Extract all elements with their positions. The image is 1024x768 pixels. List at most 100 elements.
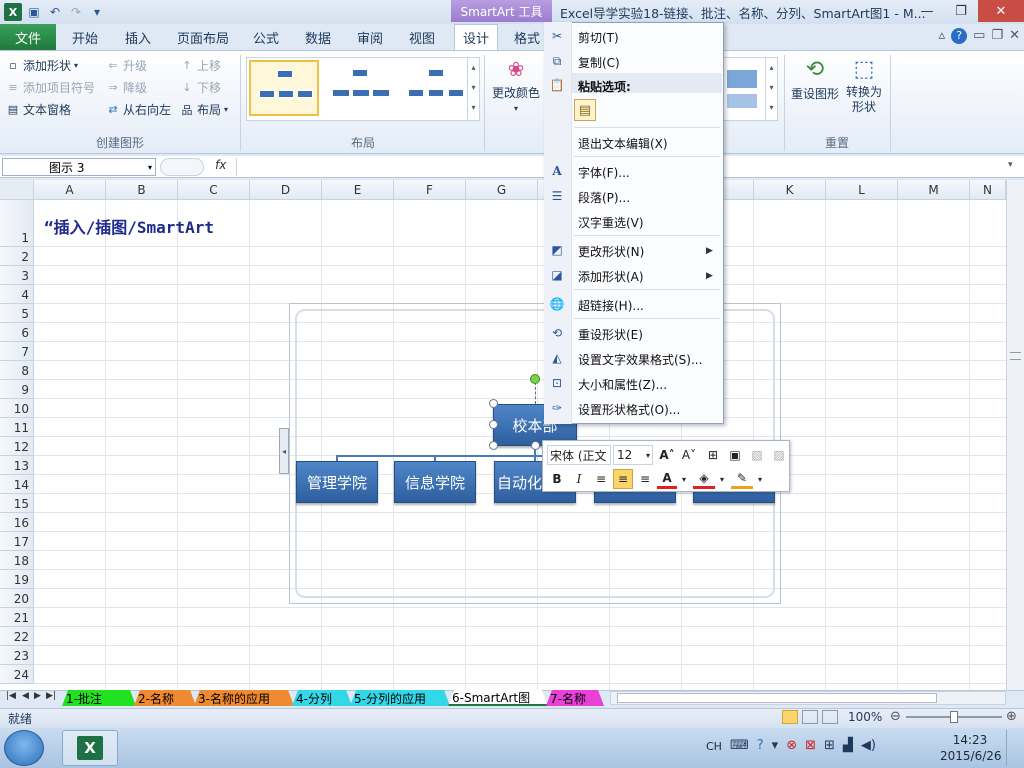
resize-handle[interactable] [489, 420, 498, 429]
first-sheet-icon[interactable]: |◀ [6, 691, 16, 701]
close-tray-icon[interactable]: ⊗ [786, 738, 797, 753]
shrink-font-icon[interactable]: A˅ [679, 445, 699, 465]
row-header[interactable]: 18 [0, 551, 34, 570]
sheet-tab[interactable]: 3-名称的应用 [194, 690, 294, 706]
tab-review[interactable]: 审阅 [357, 24, 383, 50]
doc-close-icon[interactable]: ✕ [1009, 28, 1020, 44]
move-down-button[interactable]: ↓ 下移 [180, 79, 221, 96]
sheet-tab[interactable]: 2-名称 [134, 690, 196, 706]
select-all-corner[interactable] [0, 180, 34, 200]
layout-button[interactable]: 品布局 ▾ [180, 101, 229, 118]
outline-color-icon[interactable]: ✎ [731, 469, 753, 489]
layout-option-name-title[interactable] [325, 60, 395, 116]
save-icon[interactable]: ▣ [25, 3, 43, 21]
formula-expand-icon[interactable]: ▾ [1008, 160, 1013, 170]
zoom-level[interactable]: 100% [848, 710, 882, 724]
style-thumb[interactable] [727, 94, 757, 108]
help-icon[interactable]: ? [757, 738, 764, 753]
align-center-icon[interactable]: ≡ [613, 469, 633, 489]
start-button-icon[interactable] [4, 730, 44, 766]
convert-to-shapes-button[interactable]: ⬚ 转换为形状 [842, 57, 886, 115]
next-sheet-icon[interactable]: ▶ [34, 691, 41, 701]
help-icon[interactable]: ? [951, 28, 968, 44]
zoom-in-icon[interactable]: ⊕ [1006, 709, 1017, 724]
row-header[interactable]: 14 [0, 475, 34, 494]
scroll-thumb[interactable] [617, 693, 937, 703]
row-header[interactable]: 24 [0, 665, 34, 684]
chevron-down-icon[interactable]: ▾ [717, 469, 727, 489]
row-header[interactable]: 16 [0, 513, 34, 532]
row-header[interactable]: 6 [0, 323, 34, 342]
demote-button[interactable]: ⇒ 降级 [106, 79, 147, 96]
style-thumb[interactable] [727, 70, 757, 88]
row-header[interactable]: 20 [0, 589, 34, 608]
show-desktop-button[interactable] [1006, 730, 1022, 766]
column-header[interactable]: L [826, 180, 898, 200]
cell-a1-text[interactable]: “插入/插图/SmartArt [44, 214, 214, 238]
column-header[interactable]: E [322, 180, 394, 200]
node-child-1[interactable]: 管理学院 [296, 461, 378, 503]
resize-handle[interactable] [489, 399, 498, 408]
layout-option-half-circle[interactable] [401, 60, 471, 116]
chevron-down-icon[interactable]: ▾ [679, 469, 689, 489]
row-header[interactable]: 2 [0, 247, 34, 266]
font-color-icon[interactable]: A [657, 469, 677, 489]
column-header[interactable]: M [898, 180, 970, 200]
ribbon-minimize-icon[interactable]: ▵ [939, 28, 946, 44]
formula-expander[interactable] [160, 158, 204, 176]
volume-icon[interactable]: ◀) [861, 738, 876, 753]
tray-arrow-icon[interactable]: ▾ [772, 738, 779, 753]
windows-flag-icon[interactable]: ⊞ [824, 738, 835, 753]
tab-formulas[interactable]: 公式 [253, 24, 279, 50]
column-header[interactable]: F [394, 180, 466, 200]
italic-button[interactable]: I [569, 469, 589, 489]
reset-graphic-button[interactable]: ⟲ 重设图形 [790, 57, 840, 102]
menu-item-cut[interactable]: 剪切(T) [578, 29, 619, 46]
scroll-thumb[interactable] [1010, 352, 1021, 360]
row-header[interactable]: 11 [0, 418, 34, 437]
page-break-view-icon[interactable] [822, 710, 838, 724]
row-header[interactable]: 4 [0, 285, 34, 304]
redo-icon[interactable]: ↷ [67, 3, 85, 21]
column-header[interactable]: G [466, 180, 538, 200]
tab-data[interactable]: 数据 [305, 24, 331, 50]
row-header[interactable]: 10 [0, 399, 34, 418]
menu-item-change-shape[interactable]: 更改形状(N) [578, 243, 644, 260]
horizontal-scrollbar[interactable] [610, 691, 1006, 705]
zoom-out-icon[interactable]: ⊖ [890, 709, 901, 724]
tab-view[interactable]: 视图 [409, 24, 435, 50]
sheet-tab[interactable]: 4-分列 [292, 690, 352, 706]
row-header[interactable]: 12 [0, 437, 34, 456]
menu-item-text-effects[interactable]: 设置文字效果格式(S)... [578, 351, 702, 368]
tab-format[interactable]: 格式 [514, 24, 540, 50]
row-header[interactable]: 19 [0, 570, 34, 589]
text-pane-button[interactable]: ▤ 文本窗格 [6, 101, 71, 118]
row-header[interactable]: 17 [0, 532, 34, 551]
layout-option-org-chart[interactable] [249, 60, 319, 116]
align-left-icon[interactable]: ≡ [591, 469, 611, 489]
menu-item-size-properties[interactable]: 大小和属性(Z)... [578, 376, 667, 393]
align-right-icon[interactable]: ≡ [635, 469, 655, 489]
menu-item-exit-text-edit[interactable]: 退出文本编辑(X) [578, 135, 668, 152]
fill-color-icon[interactable]: ◈ [693, 469, 715, 489]
column-header[interactable]: K [754, 180, 826, 200]
customize-qat-icon[interactable]: ▾ [88, 3, 106, 21]
send-backward-icon[interactable]: ▨ [769, 445, 789, 465]
menu-item-paragraph[interactable]: 段落(P)... [578, 189, 630, 206]
column-header[interactable]: B [106, 180, 178, 200]
row-header[interactable]: 5 [0, 304, 34, 323]
menu-item-hanzi-reselect[interactable]: 汉字重选(V) [578, 214, 644, 231]
menu-item-copy[interactable]: 复制(C) [578, 54, 620, 71]
gallery-scroll[interactable]: ▴ ▾ ▾ [467, 58, 479, 120]
excel-logo-icon[interactable]: X [4, 3, 22, 21]
grow-font-icon[interactable]: A˄ [657, 445, 677, 465]
menu-item-font[interactable]: 字体(F)... [578, 164, 630, 181]
row-header[interactable]: 15 [0, 494, 34, 513]
pattern-icon[interactable]: ⊞ [703, 445, 723, 465]
excel-taskbar-button[interactable]: X [62, 730, 118, 766]
picture-icon[interactable]: ▣ [725, 445, 745, 465]
undo-icon[interactable]: ↶ [46, 3, 64, 21]
close-button[interactable]: ✕ [978, 0, 1024, 22]
add-shape-button[interactable]: ▫ 添加形状 ▾ [6, 57, 78, 74]
normal-view-icon[interactable] [782, 710, 798, 724]
